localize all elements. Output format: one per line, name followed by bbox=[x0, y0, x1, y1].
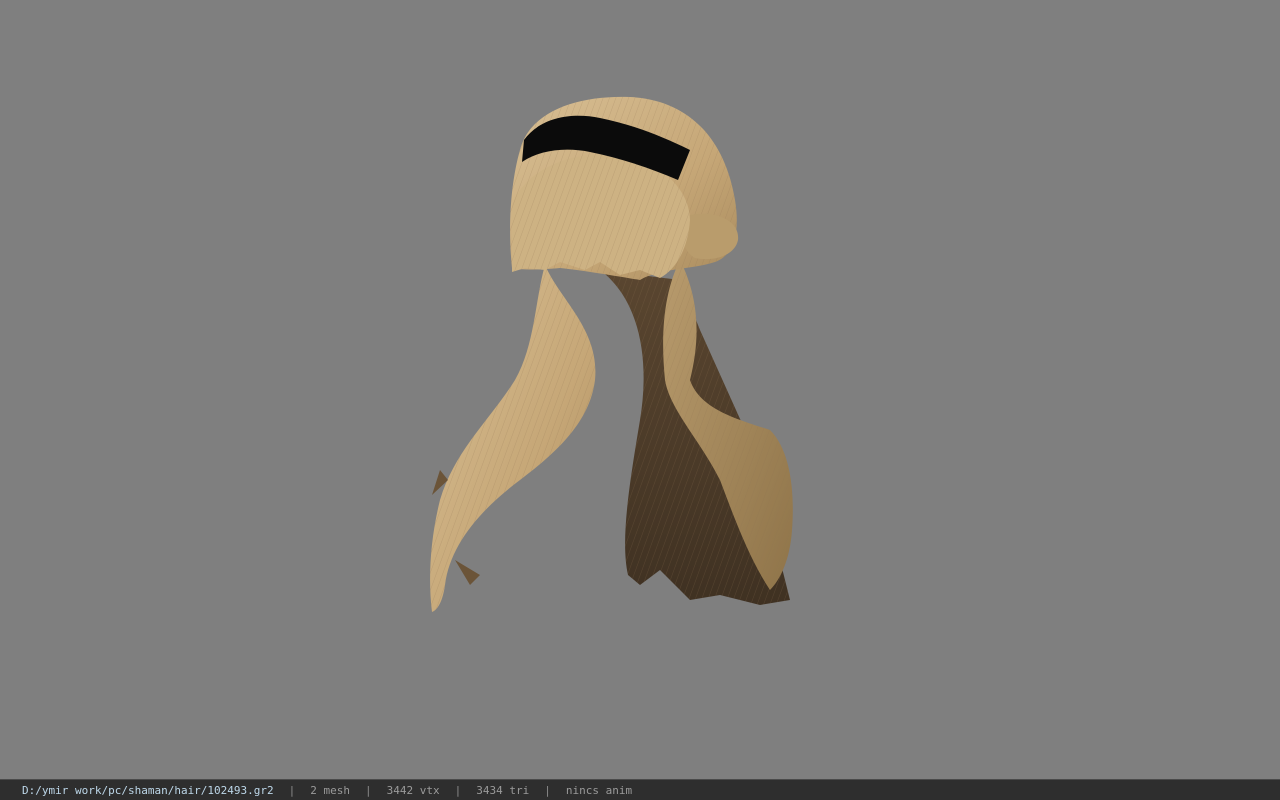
vertex-count: 3442 vtx bbox=[386, 783, 440, 797]
separator: | bbox=[454, 783, 462, 797]
separator: | bbox=[365, 783, 372, 797]
hair-model[interactable] bbox=[0, 0, 1280, 779]
animation-status: nincs anim bbox=[565, 783, 633, 797]
separator: | bbox=[544, 783, 551, 797]
3d-viewport[interactable] bbox=[0, 0, 1280, 779]
triangle-count: 3434 tri bbox=[476, 783, 530, 797]
status-bar: D:/ymir work/pc/shaman/hair/102493.gr2 |… bbox=[0, 779, 1280, 800]
file-path: D:/ymir work/pc/shaman/hair/102493.gr2 bbox=[22, 783, 274, 797]
separator: | bbox=[288, 783, 296, 797]
mesh-count: 2 mesh bbox=[310, 783, 351, 797]
